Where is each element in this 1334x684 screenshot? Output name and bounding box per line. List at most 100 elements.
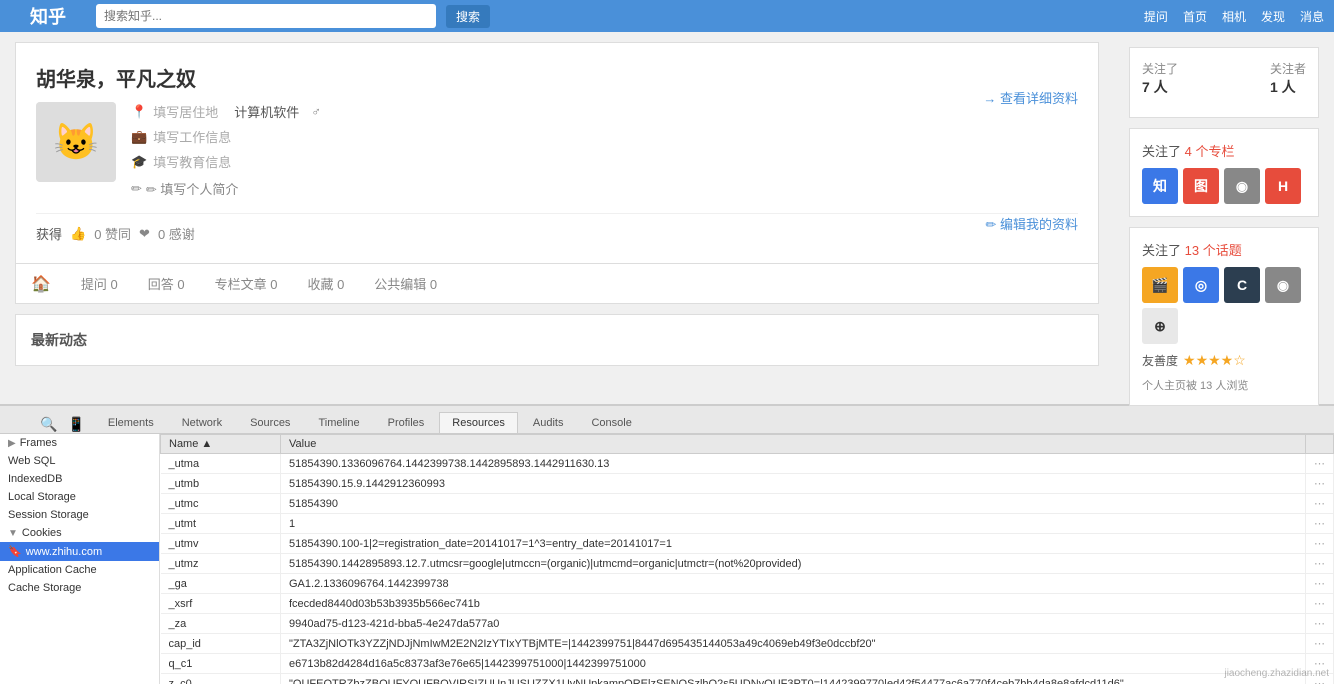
table-row[interactable]: _utmt1⋯ bbox=[161, 514, 1334, 534]
tab-audits[interactable]: Audits bbox=[520, 412, 577, 433]
cookie-extra-cell: ⋯ bbox=[1306, 454, 1334, 474]
table-row[interactable]: _utma51854390.1336096764.1442399738.1442… bbox=[161, 454, 1334, 474]
table-row[interactable]: _utmc51854390⋯ bbox=[161, 494, 1334, 514]
column-icon-2: 图 bbox=[1183, 168, 1219, 204]
sidebar-cache-storage[interactable]: Cache Storage bbox=[0, 579, 159, 597]
gender-icon: ♂ bbox=[311, 104, 321, 119]
sidebar-frames[interactable]: ▶ Frames bbox=[0, 434, 159, 452]
cookies-table: Name ▲ Value _utma51854390.1336096764.14… bbox=[160, 434, 1334, 684]
friendliness: 友善度 ★★★★☆ bbox=[1142, 352, 1306, 369]
sidebar-zhihu[interactable]: 🔖 www.zhihu.com bbox=[0, 542, 159, 561]
site-logo: 知乎 bbox=[10, 3, 86, 29]
top-link-discover[interactable]: 发现 bbox=[1261, 8, 1285, 25]
cookie-name-cell: _utmb bbox=[161, 474, 281, 494]
cookie-name-cell: _ga bbox=[161, 574, 281, 594]
education-field: 🎓 填写教育信息 bbox=[131, 152, 1078, 171]
top-link-twen[interactable]: 提问 bbox=[1144, 8, 1168, 25]
cookie-value-cell: 51854390.1336096764.1442399738.144289589… bbox=[281, 454, 1306, 474]
websql-label: Web SQL bbox=[8, 455, 56, 467]
table-row[interactable]: _gaGA1.2.1336096764.1442399738⋯ bbox=[161, 574, 1334, 594]
column-icon-4: H bbox=[1265, 168, 1301, 204]
tab-network[interactable]: Network bbox=[169, 412, 235, 433]
tab-favorites[interactable]: 收藏 0 bbox=[307, 264, 344, 303]
cookie-extra-cell: ⋯ bbox=[1306, 474, 1334, 494]
local-storage-label: Local Storage bbox=[8, 491, 76, 503]
table-row[interactable]: z_c0"QUFEQTRZbzZBQUFYQUFBQVIRSIZUUnJUSUZ… bbox=[161, 674, 1334, 684]
tab-questions[interactable]: 提问 0 bbox=[81, 264, 118, 303]
topic-icon-2: ◎ bbox=[1183, 267, 1219, 303]
home-icon[interactable]: 🏠 bbox=[31, 274, 51, 294]
page-views: 个人主页被 13 人浏览 bbox=[1142, 377, 1306, 393]
cookie-value-cell: "ZTA3ZjNlOTk3YZZjNDJjNmIwM2E2N2IzYTIxYTB… bbox=[281, 634, 1306, 654]
avatar-image: 😺 bbox=[36, 102, 116, 182]
table-row[interactable]: _utmz51854390.1442895893.12.7.utmcsr=goo… bbox=[161, 554, 1334, 574]
profile-nav: 🏠 提问 0 回答 0 专栏文章 0 收藏 0 公共编辑 0 bbox=[15, 264, 1099, 304]
topic-icon-3: C bbox=[1224, 267, 1260, 303]
table-row[interactable]: _utmb51854390.15.9.1442912360993⋯ bbox=[161, 474, 1334, 494]
edit-profile-link[interactable]: ✏ 编辑我的资料 bbox=[985, 214, 1078, 233]
sidebar-indexeddb[interactable]: IndexedDB bbox=[0, 470, 159, 488]
following-label: 关注了 7 人 bbox=[1142, 60, 1178, 97]
top-link-home[interactable]: 首页 bbox=[1183, 8, 1207, 25]
location-field: 📍 填写居住地 计算机软件 ♂ bbox=[131, 102, 1078, 121]
devtools-panel: 🔍 📱 Elements Network Sources Timeline Pr… bbox=[0, 404, 1334, 684]
tab-sources[interactable]: Sources bbox=[237, 412, 303, 433]
tab-timeline[interactable]: Timeline bbox=[305, 412, 372, 433]
profile-header: 😺 📍 填写居住地 计算机软件 ♂ 💼 bbox=[36, 102, 1078, 198]
work-text[interactable]: 填写工作信息 bbox=[153, 127, 231, 146]
column-icon-1: 知 bbox=[1142, 168, 1178, 204]
cookie-value-cell: 9940ad75-d123-421d-bba5-4e247da577a0 bbox=[281, 614, 1306, 634]
top-link-camera[interactable]: 相机 bbox=[1222, 8, 1246, 25]
devtools-mobile-icon[interactable]: 📱 bbox=[67, 416, 84, 433]
tab-columns[interactable]: 专栏文章 0 bbox=[215, 264, 278, 303]
profile-info: 📍 填写居住地 计算机软件 ♂ 💼 填写工作信息 🎓 bbox=[131, 102, 1078, 198]
cookie-name-cell: _utma bbox=[161, 454, 281, 474]
cache-storage-label: Cache Storage bbox=[8, 582, 81, 594]
bio-field[interactable]: ✏ ✏ 填写个人简介 bbox=[131, 179, 1078, 198]
sidebar-websql[interactable]: Web SQL bbox=[0, 452, 159, 470]
cookie-value-cell: 51854390.100-1|2=registration_date=20141… bbox=[281, 534, 1306, 554]
devtools-search-icon[interactable]: 🔍 bbox=[40, 416, 57, 433]
tab-profiles[interactable]: Profiles bbox=[375, 412, 438, 433]
view-profile-link[interactable]: → 查看详细资料 bbox=[983, 88, 1078, 107]
tab-console[interactable]: Console bbox=[578, 412, 644, 433]
sidebar-session-storage[interactable]: Session Storage bbox=[0, 506, 159, 524]
cookie-name-cell: cap_id bbox=[161, 634, 281, 654]
topics-count-link[interactable]: 13 个话题 bbox=[1185, 243, 1242, 258]
zan-icon: 👍 bbox=[70, 226, 86, 242]
friendliness-label: 友善度 bbox=[1142, 352, 1178, 369]
cookie-extra-cell: ⋯ bbox=[1306, 614, 1334, 634]
cookie-value-cell: "QUFEQTRZbzZBQUFYQUFBQVIRSIZUUnJUSUZZX1U… bbox=[281, 674, 1306, 684]
columns-icons: 知 图 ◉ H bbox=[1142, 168, 1306, 204]
top-link-messages[interactable]: 消息 bbox=[1300, 8, 1324, 25]
table-row[interactable]: _za9940ad75-d123-421d-bba5-4e247da577a0⋯ bbox=[161, 614, 1334, 634]
table-row[interactable]: _xsrffcecded8440d03b53b3935b566ec741b⋯ bbox=[161, 594, 1334, 614]
location-text[interactable]: 填写居住地 bbox=[153, 102, 218, 121]
sidebar-cookies[interactable]: ▼ Cookies bbox=[0, 524, 159, 542]
table-row[interactable]: _utmv51854390.100-1|2=registration_date=… bbox=[161, 534, 1334, 554]
column-icon-3: ◉ bbox=[1224, 168, 1260, 204]
tab-answers[interactable]: 回答 0 bbox=[148, 264, 185, 303]
tab-resources[interactable]: Resources bbox=[439, 412, 518, 433]
stats-label: 获得 bbox=[36, 224, 62, 243]
location-icon: 📍 bbox=[131, 104, 147, 120]
education-text[interactable]: 填写教育信息 bbox=[153, 152, 231, 171]
search-input[interactable] bbox=[96, 4, 436, 28]
topic-icon-5: ⊕ bbox=[1142, 308, 1178, 344]
tab-elements[interactable]: Elements bbox=[95, 412, 167, 433]
columns-count-link[interactable]: 4 个专栏 bbox=[1185, 144, 1235, 159]
sidebar-app-cache[interactable]: Application Cache bbox=[0, 561, 159, 579]
table-row[interactable]: q_c1e6713b82d4284d16a5c8373af3e76e65|144… bbox=[161, 654, 1334, 674]
table-row[interactable]: cap_id"ZTA3ZjNlOTk3YZZjNDJjNmIwM2E2N2IzY… bbox=[161, 634, 1334, 654]
sidebar-local-storage[interactable]: Local Storage bbox=[0, 488, 159, 506]
tab-public-edits[interactable]: 公共编辑 0 bbox=[374, 264, 437, 303]
devtools-main: Name ▲ Value _utma51854390.1336096764.14… bbox=[160, 434, 1334, 684]
stat-following: 关注了 7 人 关注者 1 人 bbox=[1142, 60, 1306, 97]
xin-icon: ❤ bbox=[139, 226, 150, 242]
cookie-name-cell: _za bbox=[161, 614, 281, 634]
cookie-value-cell: GA1.2.1336096764.1442399738 bbox=[281, 574, 1306, 594]
search-button[interactable]: 搜索 bbox=[446, 5, 490, 28]
cookie-extra-cell: ⋯ bbox=[1306, 554, 1334, 574]
xin-count: 0 感谢 bbox=[158, 224, 195, 243]
cookie-extra-cell: ⋯ bbox=[1306, 594, 1334, 614]
